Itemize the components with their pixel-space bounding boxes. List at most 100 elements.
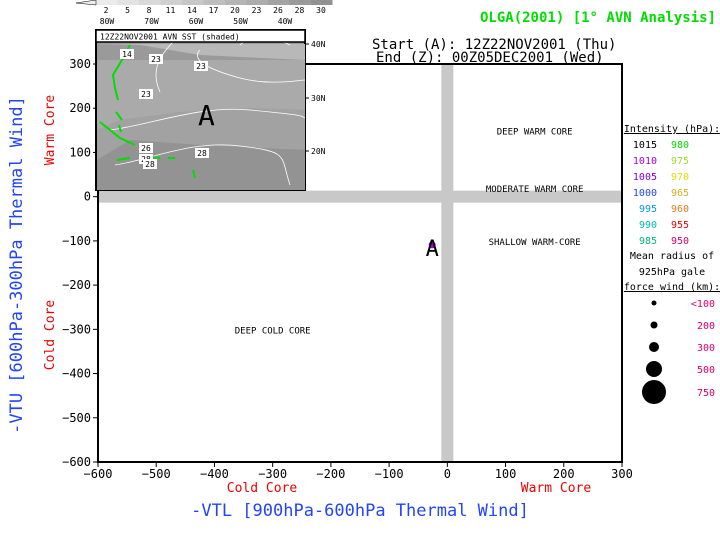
intensity-entry: 960 xyxy=(671,204,689,215)
y-cold-label: Cold Core xyxy=(43,300,58,371)
lat-label: 20N xyxy=(311,147,326,156)
colorbar-tick: 30 xyxy=(316,6,326,15)
colorbar-tick: 5 xyxy=(125,6,130,15)
contour-label: 23 xyxy=(196,62,206,71)
radius-entry: 750 xyxy=(697,388,715,399)
intensity-entry: 1000 xyxy=(633,188,657,199)
radius-marker xyxy=(651,300,657,306)
radius-marker xyxy=(646,361,662,377)
y-tick-label: −200 xyxy=(62,278,91,292)
x-warm-label: Warm Core xyxy=(521,481,592,496)
inset-title: 12Z22NOV2001 AVN SST (shaded) xyxy=(100,33,240,42)
inset-marker: A xyxy=(198,99,215,132)
radius-entry: 500 xyxy=(697,365,715,376)
colorbar-swatch xyxy=(311,0,333,5)
radius-marker xyxy=(649,342,659,352)
intensity-title: Intensity (hPa): xyxy=(624,124,720,135)
y-tick-label: 300 xyxy=(69,57,91,71)
y-tick-label: −400 xyxy=(62,367,91,381)
radius-marker xyxy=(650,321,658,329)
y-axis-label: -VTU [600hPa-300hPa Thermal Wind] xyxy=(7,96,27,434)
zero-x-band xyxy=(441,65,454,461)
y-tick-label: −300 xyxy=(62,322,91,336)
x-tick-label: 100 xyxy=(495,467,517,481)
colorbar-tick: 28 xyxy=(295,6,305,15)
contour-label: 23 xyxy=(141,90,151,99)
track-point-label: A xyxy=(426,237,439,262)
lon-label: 50W xyxy=(233,17,248,26)
radius-title-3: force wind (km): xyxy=(624,282,720,293)
colorbar-swatch xyxy=(117,0,139,5)
colorbar-tick: 8 xyxy=(147,6,152,15)
y-tick-label: 100 xyxy=(69,145,91,159)
radius-entry: 300 xyxy=(697,343,715,354)
colorbar-swatch xyxy=(160,0,182,5)
contour-label: 28 xyxy=(145,160,155,169)
colorbar-tick: 20 xyxy=(230,6,240,15)
legend: Intensity (hPa): Mean radius of 925hPa g… xyxy=(624,124,720,404)
track-points: A xyxy=(426,237,439,262)
y-tick-label: 0 xyxy=(84,190,91,204)
colorbar-swatch xyxy=(246,0,268,5)
region-label: DEEP WARM CORE xyxy=(497,127,573,137)
x-tick-label: 200 xyxy=(553,467,575,481)
region-label: DEEP COLD CORE xyxy=(235,326,311,336)
y-tick-label: −600 xyxy=(62,455,91,469)
sst-inset-map: 12Z22NOV2001 AVN SST (shaded) 80W 70W 60W 5… xyxy=(95,17,326,191)
sst-colorbar: 2 5 8 11 14 17 20 23 26 28 30 xyxy=(75,0,333,15)
colorbar-swatch xyxy=(289,0,311,5)
colorbar-tick: 23 xyxy=(252,6,262,15)
x-cold-label: Cold Core xyxy=(227,481,298,496)
x-tick-label: −500 xyxy=(142,467,171,481)
region-label: SHALLOW WARM-CORE xyxy=(489,238,581,248)
radius-entry: <100 xyxy=(691,299,715,310)
lon-label: 80W xyxy=(100,17,115,26)
contour-label: 28 xyxy=(197,149,207,158)
intensity-entry: 1005 xyxy=(633,172,657,183)
intensity-entry: 955 xyxy=(671,220,689,231)
contour-label: 14 xyxy=(122,50,132,59)
intensity-entry: 1015 xyxy=(633,140,657,151)
contour-label: 26 xyxy=(141,144,151,153)
colorbar-swatch xyxy=(225,0,247,5)
lon-label: 70W xyxy=(144,17,159,26)
end-time: End (Z): 00Z05DEC2001 (Wed) xyxy=(376,50,604,66)
intensity-entry: 975 xyxy=(671,156,689,167)
colorbar-tick: 2 xyxy=(104,6,109,15)
y-tick-label: 200 xyxy=(69,101,91,115)
intensity-entry: 950 xyxy=(671,236,689,247)
y-warm-label: Warm Core xyxy=(43,95,58,166)
intensity-entry: 985 xyxy=(639,236,657,247)
colorbar-swatch xyxy=(182,0,204,5)
intensity-entry: 1010 xyxy=(633,156,657,167)
colorbar-swatch xyxy=(96,0,118,5)
x-tick-label: 0 xyxy=(444,467,451,481)
lon-label: 40W xyxy=(278,17,293,26)
storm-title: OLGA(2001) [1° AVN Analysis] xyxy=(480,10,716,26)
intensity-entry: 965 xyxy=(671,188,689,199)
colorbar-tick: 11 xyxy=(166,6,176,15)
intensity-entry: 990 xyxy=(639,220,657,231)
region-label: MODERATE WARM CORE xyxy=(486,185,584,195)
colorbar-swatch xyxy=(203,0,225,5)
colorbar-swatch xyxy=(139,0,161,5)
y-tick-label: −100 xyxy=(62,234,91,248)
colorbar-swatch xyxy=(268,0,290,5)
cyclone-phase-chart: 2 5 8 11 14 17 20 23 26 28 30 −600 −500 −400 −300 −200… xyxy=(7,0,720,521)
radius-marker xyxy=(642,380,666,404)
radius-title-2: 925hPa gale xyxy=(639,267,705,278)
intensity-entry: 970 xyxy=(671,172,689,183)
x-tick-label: −600 xyxy=(84,467,113,481)
x-tick-label: 300 xyxy=(611,467,633,481)
x-axis-label: -VTL [900hPa-600hPa Thermal Wind] xyxy=(191,501,529,521)
y-tick-label: −500 xyxy=(62,411,91,425)
x-tick-label: −100 xyxy=(375,467,404,481)
radius-title-1: Mean radius of xyxy=(630,251,714,262)
lat-label: 40N xyxy=(311,40,326,49)
lon-label: 60W xyxy=(189,17,204,26)
contour-label: 23 xyxy=(151,55,161,64)
intensity-entry: 980 xyxy=(671,140,689,151)
colorbar-tick: 26 xyxy=(273,6,283,15)
radius-entry: 200 xyxy=(697,321,715,332)
intensity-entry: 995 xyxy=(639,204,657,215)
